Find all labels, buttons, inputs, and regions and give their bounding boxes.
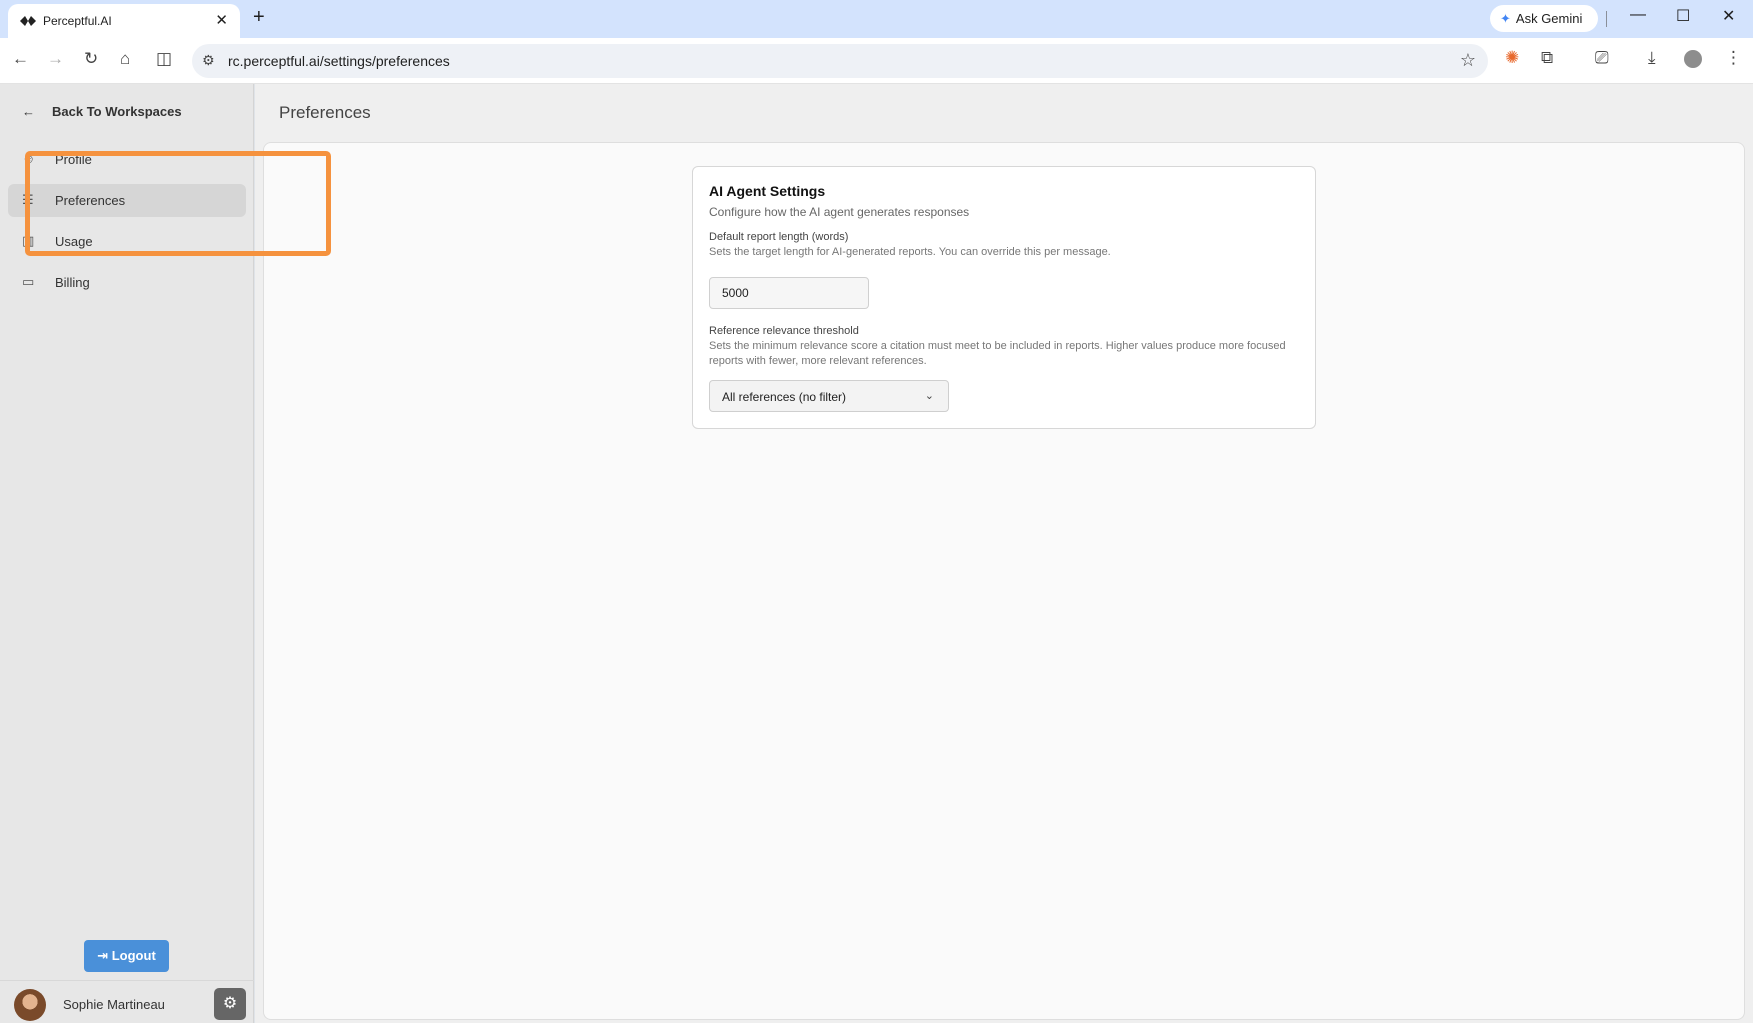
report-length-help: Sets the target length for AI-generated … (709, 246, 1111, 258)
ai-agent-settings-card: AI Agent Settings Configure how the AI a… (692, 166, 1316, 429)
tab-close-icon[interactable]: ✕ (215, 11, 228, 29)
download-icon[interactable]: ⤓ (1648, 48, 1656, 68)
split-view-icon[interactable]: ◫ (156, 49, 172, 69)
tab-title: Perceptful.AI (43, 14, 112, 28)
profile-avatar-icon[interactable] (1684, 50, 1702, 68)
browser-tab[interactable]: Perceptful.AI ✕ (8, 4, 240, 38)
sidebar-item-preferences[interactable]: ☰ Preferences (8, 184, 246, 217)
chevron-down-icon: ⌄ (924, 390, 934, 402)
sidebar-item-profile[interactable]: ☺ Profile (8, 143, 246, 176)
card-subtitle: Configure how the AI agent generates res… (709, 205, 970, 219)
gear-icon[interactable]: ⚙ (214, 988, 246, 1020)
relevance-threshold-help: Sets the minimum relevance score a citat… (709, 340, 1286, 367)
user-profile-row: Sophie Martineau ⚙ (0, 980, 254, 1023)
selected-value: All references (no filter) (722, 390, 847, 404)
menu-dots-icon[interactable]: ⋮ (1725, 48, 1742, 68)
sidebar-item-label: Preferences (55, 193, 126, 208)
sidebar-item-label: Usage (55, 234, 93, 249)
bookmark-star-icon[interactable]: ☆ (1460, 50, 1476, 71)
card-title: AI Agent Settings (709, 183, 826, 199)
site-settings-icon[interactable]: ⚙ (202, 52, 215, 69)
home-icon[interactable]: ⌂ (120, 49, 130, 69)
sliders-icon: ☰ (22, 192, 34, 207)
sidebar-item-label: Billing (55, 275, 90, 290)
url-text[interactable]: rc.perceptful.ai/settings/preferences (228, 53, 450, 69)
cast-search-icon[interactable]: ⎚ (1595, 48, 1609, 68)
maximize-button[interactable]: ☐ (1676, 6, 1690, 26)
user-name: Sophie Martineau (63, 997, 165, 1012)
new-tab-button[interactable]: + (253, 6, 265, 29)
sidebar-item-billing[interactable]: ▭ Billing (8, 266, 246, 299)
bar-chart-icon: ▥ (22, 233, 35, 248)
address-bar[interactable]: ⚙ rc.perceptful.ai/settings/preferences … (192, 44, 1488, 78)
sidebar-item-usage[interactable]: ▥ Usage (8, 225, 246, 258)
settings-sidebar: ← Back To Workspaces ☺ Profile ☰ Preferen… (0, 84, 254, 1023)
back-to-workspaces-link[interactable]: ← Back To Workspaces (22, 104, 182, 119)
minimize-button[interactable]: — (1630, 6, 1646, 24)
browser-tab-bar: Perceptful.AI ✕ + ✦ Ask Gemini — ☐ ✕ (0, 0, 1753, 38)
report-length-label: Default report length (words) (709, 231, 849, 243)
relevance-threshold-select[interactable]: All references (no filter) ⌄ (709, 380, 949, 412)
toolbar-divider (1606, 11, 1607, 27)
extensions-puzzle-icon[interactable]: ⧉ (1541, 48, 1553, 68)
gemini-sparkle-icon: ✦ (1500, 11, 1511, 26)
relevance-threshold-label: Reference relevance threshold (709, 325, 859, 337)
perceptful-logo-icon (20, 16, 36, 26)
ask-gemini-button[interactable]: ✦ Ask Gemini (1490, 5, 1598, 32)
credit-card-icon: ▭ (22, 274, 35, 289)
arrow-left-icon: ← (22, 104, 35, 119)
user-icon: ☺ (22, 151, 36, 166)
reload-icon[interactable]: ↻ (84, 49, 98, 69)
back-arrow-icon[interactable]: ← (12, 49, 29, 69)
sidebar-item-label: Profile (55, 152, 92, 167)
logout-button[interactable]: ⇥ Logout (84, 940, 169, 972)
extension-burst-icon[interactable]: ✺ (1505, 48, 1519, 68)
report-length-input[interactable]: 5000 (709, 277, 869, 309)
avatar[interactable] (14, 989, 46, 1021)
page-title: Preferences (279, 103, 371, 122)
logout-icon: ⇥ (97, 948, 109, 963)
forward-arrow-icon[interactable]: → (47, 49, 64, 69)
window-close-button[interactable]: ✕ (1722, 6, 1735, 26)
browser-toolbar: ← → ↻ ⌂ ◫ ⚙ rc.perceptful.ai/settings/pr… (0, 38, 1753, 84)
